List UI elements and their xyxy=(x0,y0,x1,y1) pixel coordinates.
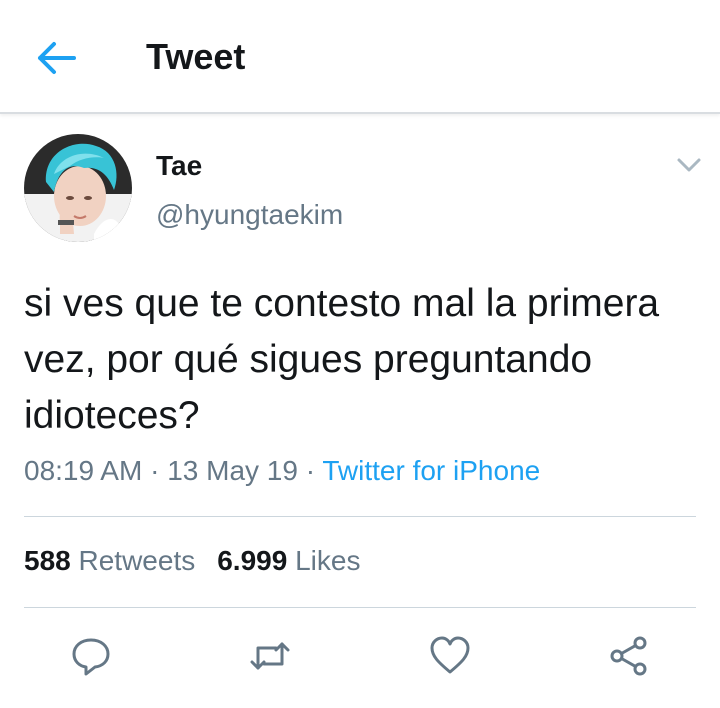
retweets-label: Retweets xyxy=(78,545,196,576)
tweet-time: 08:19 AM xyxy=(24,455,143,486)
page-title: Tweet xyxy=(146,36,246,77)
tweet-options-button[interactable] xyxy=(674,154,704,176)
tweet-text: si ves que te contesto mal la primera ve… xyxy=(24,282,660,437)
retweet-button[interactable] xyxy=(248,634,292,678)
reply-icon xyxy=(72,638,110,676)
like-button[interactable] xyxy=(428,634,472,678)
chevron-down-icon xyxy=(677,158,701,172)
tweet-stats: 588 Retweets 6.999 Likes xyxy=(24,545,360,577)
profile-photo xyxy=(24,134,132,242)
tweet-date: 13 May 19 xyxy=(167,455,298,486)
retweet-icon xyxy=(250,642,290,670)
likes-stat[interactable]: 6.999 Likes xyxy=(217,545,360,576)
arrow-left-icon xyxy=(38,42,76,74)
reply-button[interactable] xyxy=(69,634,113,678)
retweets-count: 588 xyxy=(24,545,71,576)
display-name[interactable]: Tae xyxy=(156,150,202,182)
meta-separator: · xyxy=(305,455,316,486)
avatar[interactable] xyxy=(24,134,132,242)
divider xyxy=(24,607,696,608)
likes-count: 6.999 xyxy=(217,545,288,576)
user-handle[interactable]: @hyungtaekim xyxy=(156,199,343,231)
divider xyxy=(24,516,696,517)
share-button[interactable] xyxy=(607,634,651,678)
likes-label: Likes xyxy=(295,545,361,576)
tweet-source-link[interactable]: Twitter for iPhone xyxy=(322,455,540,486)
top-app-bar: Tweet xyxy=(0,0,720,114)
back-button[interactable] xyxy=(34,38,78,78)
share-icon xyxy=(610,636,647,676)
retweets-stat[interactable]: 588 Retweets xyxy=(24,545,195,576)
heart-icon xyxy=(430,636,470,674)
meta-separator: · xyxy=(150,455,160,486)
tweet-meta: 08:19 AM · 13 May 19 · Twitter for iPhon… xyxy=(24,455,540,487)
